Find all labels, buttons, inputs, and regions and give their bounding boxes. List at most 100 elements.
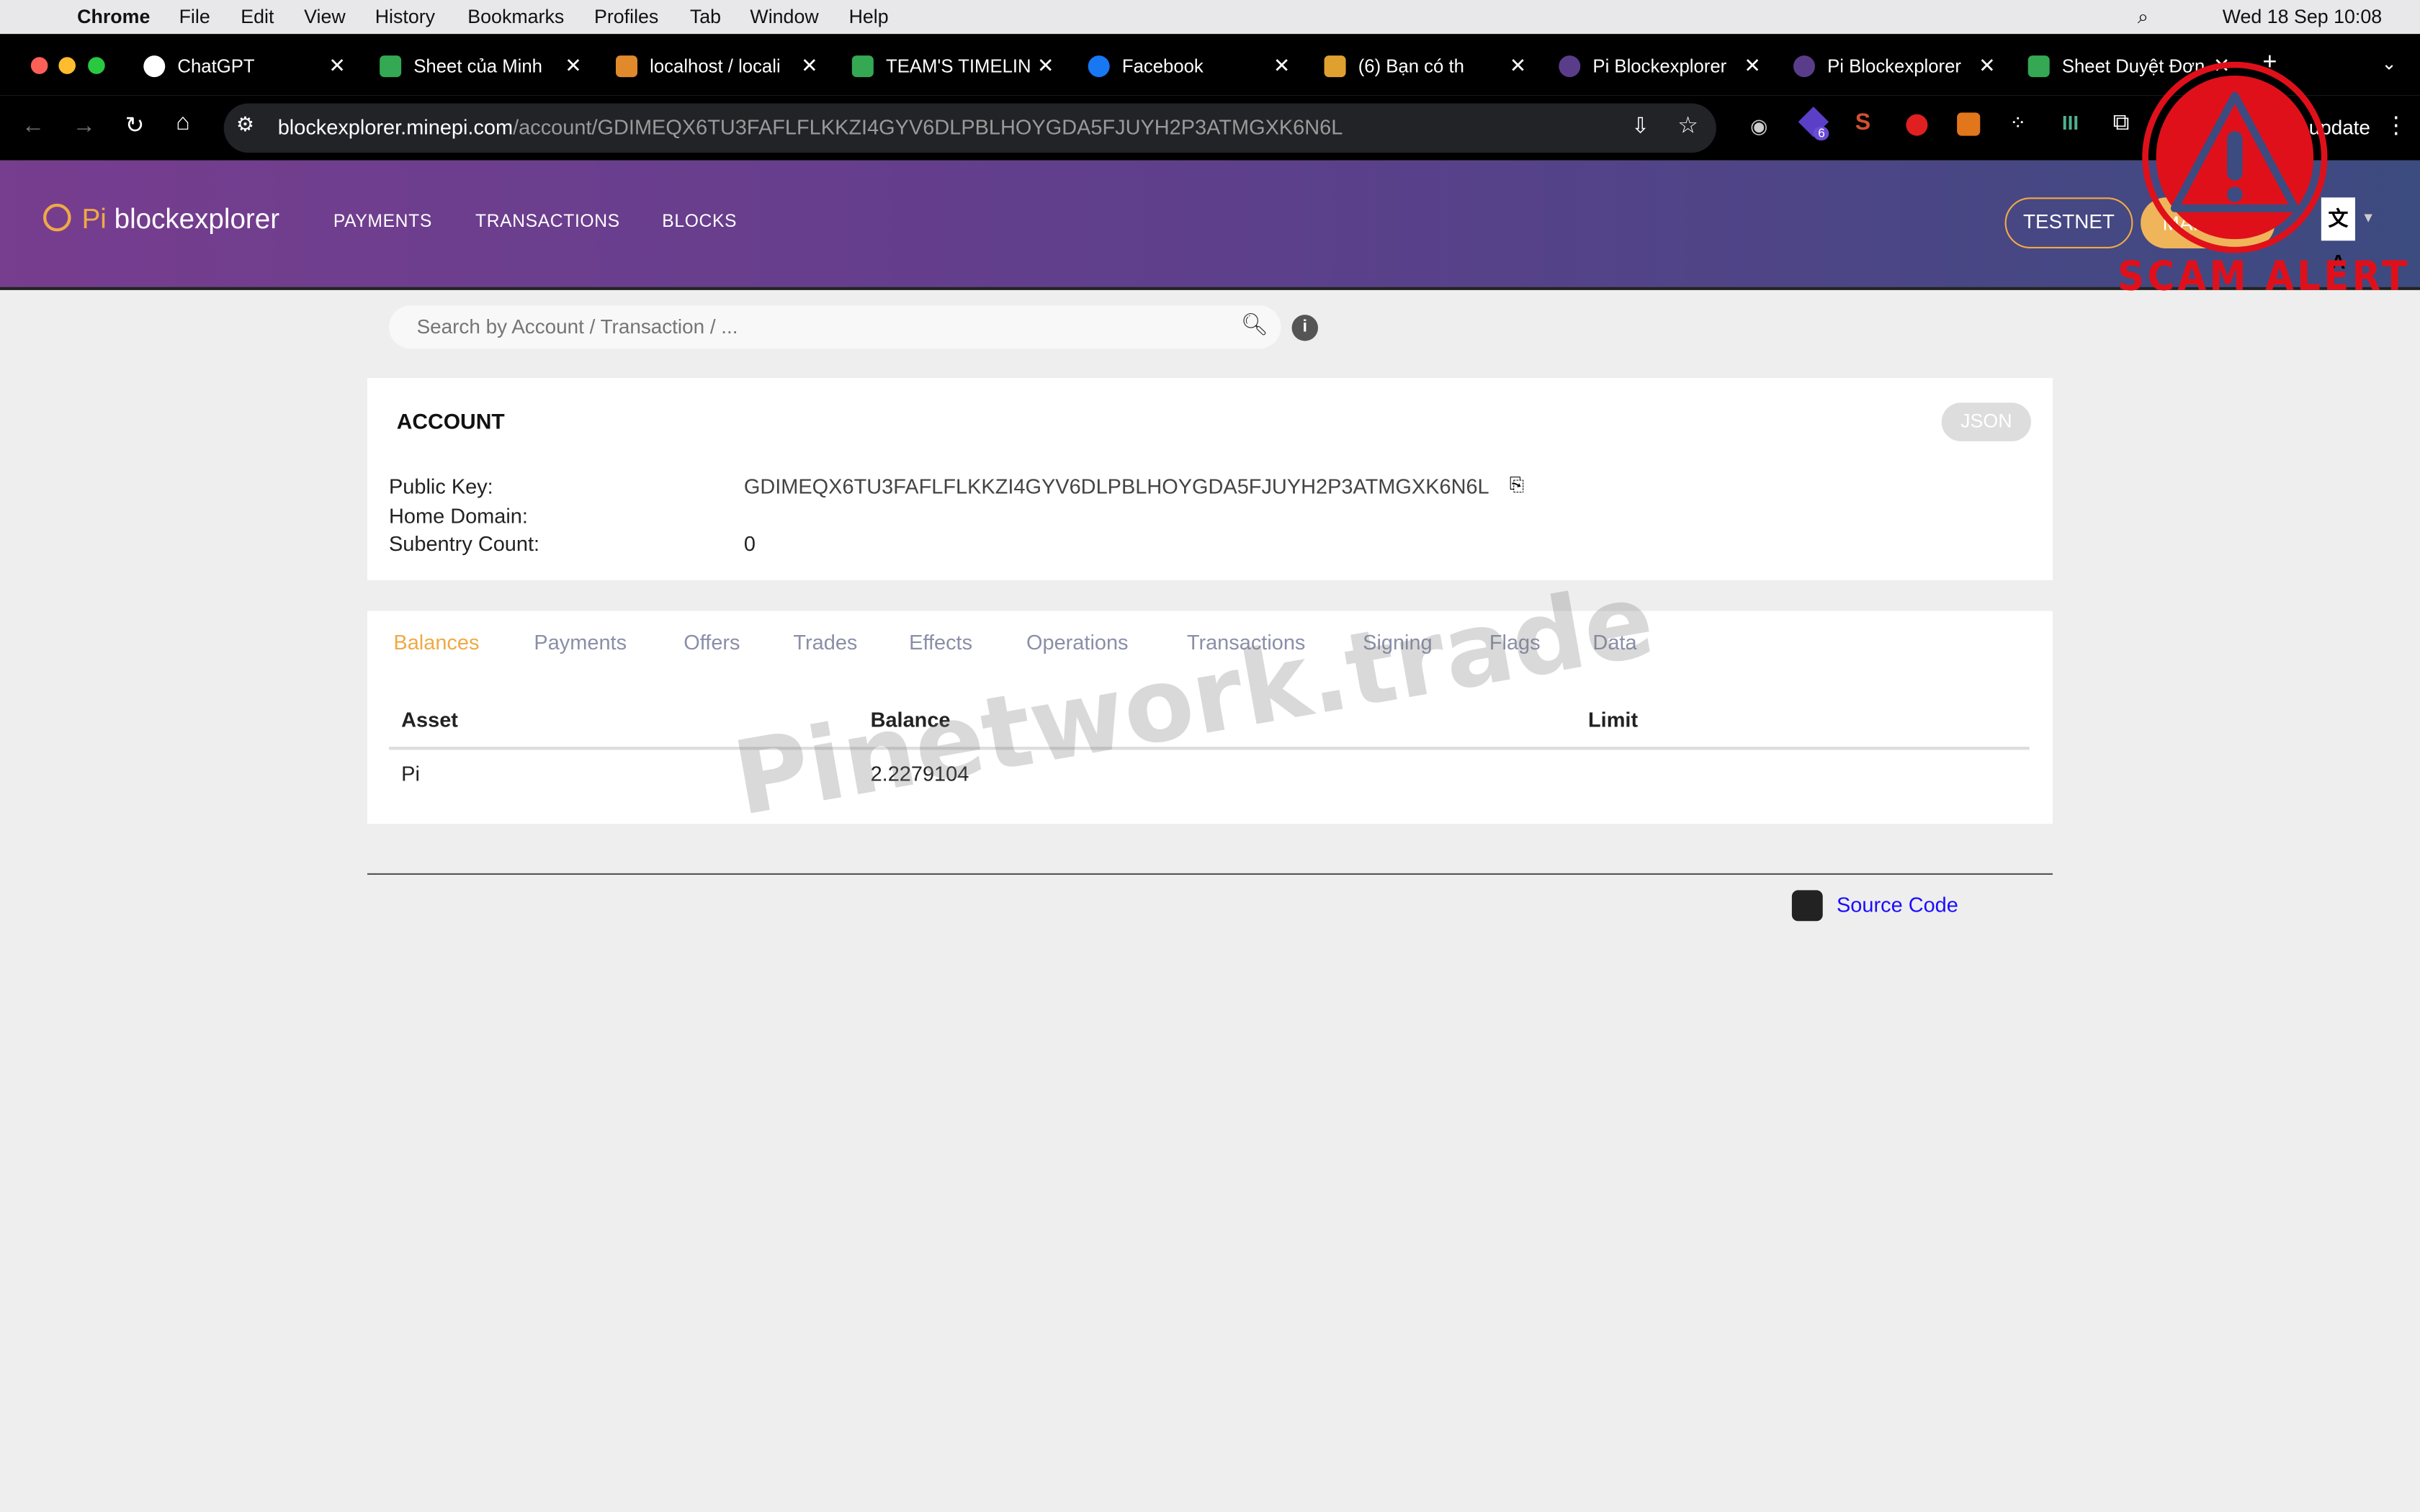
source-code-link[interactable]: Source Code	[1837, 894, 1958, 917]
copy-icon[interactable]: ⎘	[1510, 474, 1525, 497]
nav-payments[interactable]: PAYMENTS	[333, 213, 432, 232]
menu-profiles[interactable]: Profiles	[594, 6, 658, 28]
menu-tab[interactable]: Tab	[690, 6, 721, 28]
minimize-window-button[interactable]	[58, 57, 76, 74]
url-host: blockexplorer.minepi.com	[277, 115, 514, 139]
back-icon[interactable]: ←	[22, 112, 45, 138]
scam-alert-warning-icon	[2142, 61, 2328, 253]
close-tab-icon[interactable]: ✕	[1510, 54, 1526, 78]
logo-pi: Pi	[81, 203, 107, 235]
menu-view[interactable]: View	[304, 6, 346, 28]
account-title: ACCOUNT	[396, 408, 505, 434]
okx-icon[interactable]: ⁘	[2009, 111, 2026, 135]
facebook-icon	[1088, 55, 1110, 78]
column-asset: Asset	[401, 708, 458, 732]
url-text: blockexplorer.minepi.com/account/GDIMEQX…	[278, 116, 1343, 139]
menu-bookmarks[interactable]: Bookmarks	[467, 6, 564, 28]
site-info-icon[interactable]: ⚙	[236, 112, 254, 137]
menu-app-name[interactable]: Chrome	[77, 6, 150, 28]
cell-asset: Pi	[401, 762, 420, 786]
install-app-icon[interactable]: ⇩	[1631, 112, 1649, 138]
search-box[interactable]: 🔍︎	[389, 305, 1281, 349]
pi-logo-icon	[43, 203, 71, 232]
browser-tab[interactable]: Sheet của Minh ✕	[380, 50, 582, 84]
site-logo[interactable]: Pi blockexplorer	[82, 204, 279, 236]
shield-icon	[1324, 55, 1346, 78]
close-tab-icon[interactable]: ✕	[1037, 54, 1054, 78]
browser-tab[interactable]: TEAM'S TIMELIN ✕	[851, 50, 1054, 84]
search-input[interactable]	[413, 313, 1223, 340]
extension-badge: 6	[1813, 126, 1830, 140]
home-domain-label: Home Domain:	[389, 504, 528, 528]
menu-edit[interactable]: Edit	[241, 6, 274, 28]
tab-effects[interactable]: Effects	[909, 631, 972, 654]
s-extension-icon[interactable]: S	[1855, 109, 1870, 135]
browser-tab[interactable]: Pi Blockexplorer ✕	[1559, 50, 1761, 84]
url-path: /account/GDIMEQX6TU3FAFLFLKKZI4GYV6DLPBL…	[513, 115, 1343, 139]
metamask-icon[interactable]	[1957, 112, 1981, 136]
close-tab-icon[interactable]: ✕	[1273, 54, 1290, 78]
tab-payments[interactable]: Payments	[534, 631, 627, 654]
testnet-button[interactable]: TESTNET	[2004, 197, 2133, 248]
close-tab-icon[interactable]: ✕	[801, 54, 817, 78]
search-icon[interactable]: ⌕	[2138, 6, 2148, 30]
close-tab-icon[interactable]: ✕	[1978, 54, 1995, 78]
more-menu-icon[interactable]: ⋮	[2385, 111, 2408, 138]
sheets-icon	[380, 55, 402, 78]
pi-icon	[1559, 55, 1581, 78]
sheets-icon	[2027, 55, 2050, 78]
extensions-puzzle-icon[interactable]: ⧉	[2113, 109, 2130, 135]
browser-tab[interactable]: ChatGPT ✕	[143, 50, 346, 84]
nav-transactions[interactable]: TRANSACTIONS	[475, 213, 620, 232]
home-icon[interactable]: ⌂	[176, 109, 189, 135]
wallet-extension-icon[interactable]: III	[2062, 111, 2079, 134]
json-button[interactable]: JSON	[1941, 402, 2031, 441]
account-card: ACCOUNT JSON Public Key: GDIMEQX6TU3FAFL…	[367, 378, 2053, 580]
browser-tab[interactable]: Pi Blockexplorer ✕	[1793, 50, 1996, 84]
maximize-window-button[interactable]	[88, 57, 105, 74]
browser-tab[interactable]: localhost / locali ✕	[616, 50, 818, 84]
tab-trades[interactable]: Trades	[793, 631, 857, 654]
info-icon[interactable]: i	[1291, 315, 1318, 341]
scam-alert-text: SCAM ALERT	[2118, 252, 2411, 300]
tab-search-chevron-icon[interactable]: ⌄	[2381, 53, 2397, 74]
browser-tab[interactable]: (6) Bạn có th ✕	[1324, 50, 1526, 84]
nav-blocks[interactable]: BLOCKS	[662, 213, 737, 232]
tab-title: Pi Blockexplorer	[1592, 55, 1727, 78]
adblock-icon[interactable]	[1906, 114, 1928, 136]
macos-menubar: Chrome File Edit View History Bookmarks …	[0, 0, 2420, 35]
close-window-button[interactable]	[30, 57, 48, 74]
clock: Wed 18 Sep 10:08	[2222, 6, 2383, 28]
screen: Chrome File Edit View History Bookmarks …	[0, 0, 2420, 1512]
tab-operations[interactable]: Operations	[1026, 631, 1129, 654]
github-icon[interactable]	[1791, 890, 1823, 922]
forward-icon[interactable]: →	[73, 112, 96, 138]
close-tab-icon[interactable]: ✕	[565, 54, 581, 78]
reload-icon[interactable]: ↻	[125, 111, 145, 138]
language-dropdown-caret-icon[interactable]: ▼	[2362, 210, 2375, 225]
tab-title: Facebook	[1121, 55, 1204, 78]
tab-balances[interactable]: Balances	[393, 631, 479, 654]
tab-title: (6) Bạn có th	[1358, 55, 1464, 78]
browser-tab[interactable]: Facebook ✕	[1088, 50, 1290, 84]
menu-history[interactable]: History	[375, 6, 435, 28]
site-header: Pi blockexplorer PAYMENTS TRANSACTIONS B…	[0, 160, 2420, 290]
tab-offers[interactable]: Offers	[684, 631, 740, 654]
tab-title: Sheet của Minh	[413, 55, 542, 78]
menu-help[interactable]: Help	[849, 6, 889, 28]
tab-title: Pi Blockexplorer	[1827, 55, 1961, 78]
camera-extension-icon[interactable]: ◉	[1750, 114, 1767, 139]
subentry-count-label: Subentry Count:	[389, 532, 540, 556]
menu-window[interactable]: Window	[750, 6, 818, 28]
tab-title: ChatGPT	[177, 55, 255, 78]
bookmark-star-icon[interactable]: ☆	[1677, 111, 1698, 138]
logo-name: blockexplorer	[114, 203, 280, 235]
search-icon[interactable]: 🔍︎	[1241, 312, 1268, 338]
address-bar[interactable]: ⚙ blockexplorer.minepi.com/account/GDIME…	[223, 103, 1716, 153]
close-tab-icon[interactable]: ✕	[1744, 54, 1760, 78]
close-tab-icon[interactable]: ✕	[328, 54, 345, 78]
tab-strip: ChatGPT ✕ Sheet của Minh ✕ localhost / loc…	[0, 34, 2420, 96]
tab-title: TEAM'S TIMELIN	[886, 55, 1031, 78]
sheets-icon	[851, 55, 874, 78]
menu-file[interactable]: File	[179, 6, 210, 28]
